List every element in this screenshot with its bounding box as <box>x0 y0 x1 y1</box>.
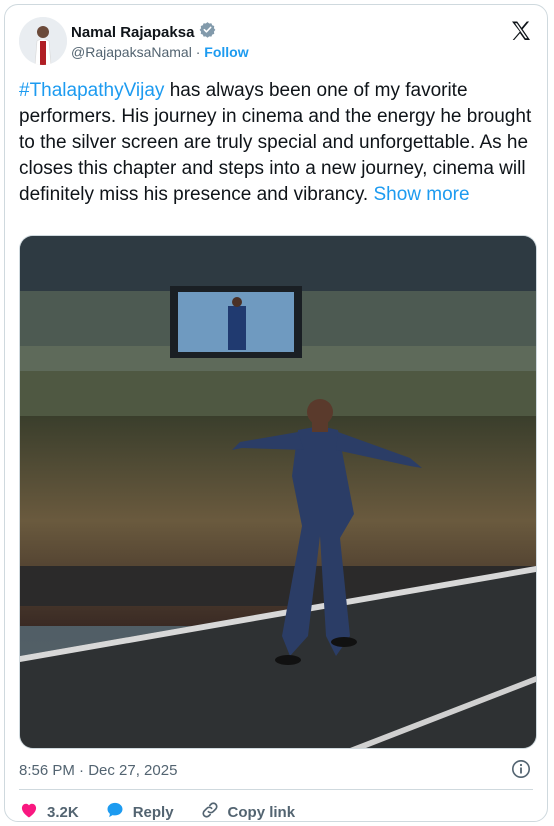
info-icon[interactable] <box>511 759 531 779</box>
divider <box>19 789 533 790</box>
show-more-link[interactable]: Show more <box>373 184 469 205</box>
like-count: 3.2K <box>47 803 79 821</box>
heart-icon <box>19 800 39 824</box>
follow-button[interactable]: Follow <box>204 44 248 60</box>
reply-label: Reply <box>132 803 174 821</box>
reply-button[interactable]: Reply <box>105 800 174 824</box>
tweet-text: #ThalapathyVijay has always been one of … <box>19 78 534 208</box>
avatar[interactable] <box>19 17 67 65</box>
copy-link-button[interactable]: Copy link <box>200 800 296 824</box>
author-name[interactable]: Namal Rajapaksa <box>71 24 194 41</box>
link-icon <box>200 800 220 824</box>
handle-separator: · <box>195 44 201 60</box>
copy-link-label: Copy link <box>227 803 296 821</box>
tweet-card: Namal Rajapaksa @RajapaksaNamal · Follow… <box>4 4 548 822</box>
tweet-photo[interactable] <box>19 235 537 749</box>
like-button[interactable]: 3.2K <box>19 800 79 824</box>
tweet-timestamp[interactable]: 8:56 PM · Dec 27, 2025 <box>19 762 177 779</box>
reply-bubble-icon <box>105 800 125 824</box>
hashtag-link[interactable]: #ThalapathyVijay <box>19 80 164 101</box>
author-handle[interactable]: @RajapaksaNamal <box>71 44 192 60</box>
verified-badge-icon <box>199 21 216 43</box>
x-logo-icon[interactable] <box>509 19 533 43</box>
